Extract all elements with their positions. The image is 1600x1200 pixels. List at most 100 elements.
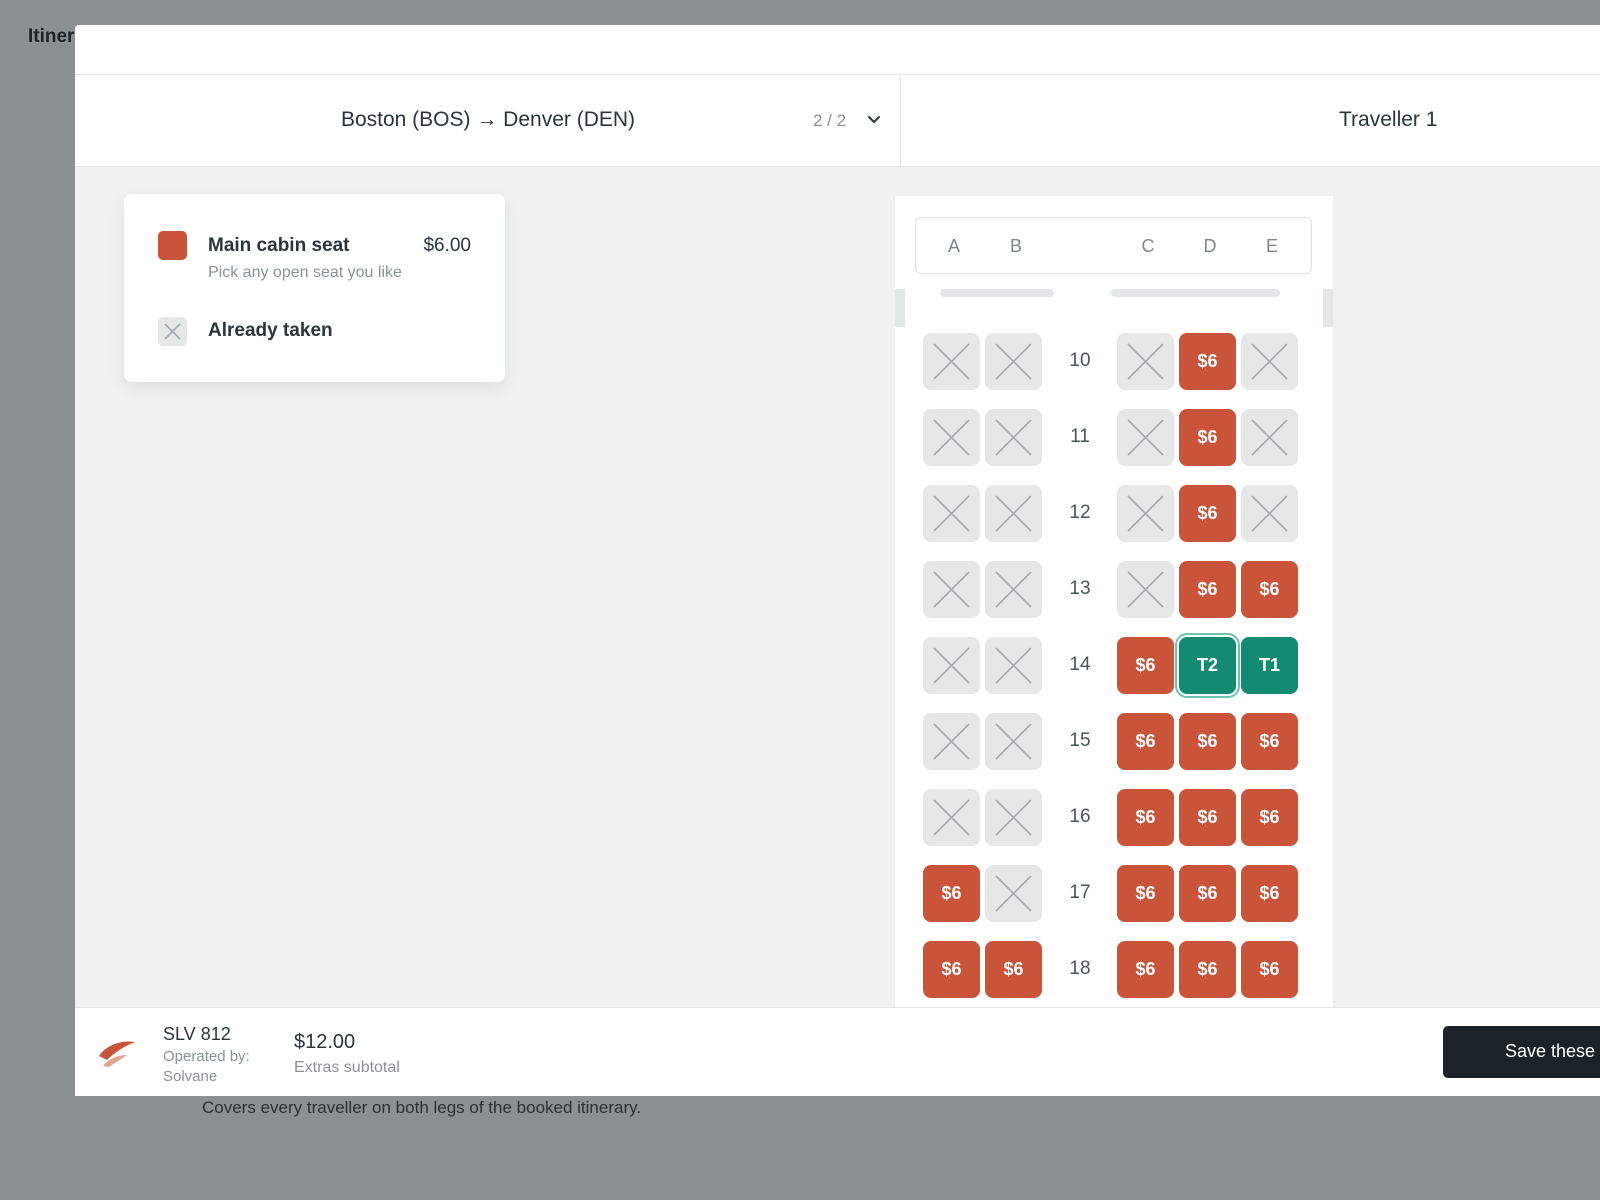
seat-17B-taken: [985, 865, 1042, 922]
seat-map-left-edge: [895, 289, 905, 327]
seat-15A-taken: [923, 713, 980, 770]
x-icon: [933, 495, 970, 532]
seat-11C-taken: [1117, 409, 1174, 466]
seat-14D[interactable]: T2: [1179, 637, 1236, 694]
flight-number: SLV 812: [163, 1024, 231, 1044]
legend-main-title: Main cabin seat: [208, 235, 350, 256]
seat-18B[interactable]: $6: [985, 941, 1042, 998]
modal-footer: SLV 812 Operated by: Solvane $12.00 Extr…: [75, 1007, 1600, 1096]
flight-route: Boston (BOS) → Denver (DEN): [340, 108, 636, 131]
column-label-d: D: [1203, 236, 1217, 256]
left-wing-bar: [940, 289, 1054, 297]
column-label-a: A: [947, 236, 960, 256]
selector-tabs: Boston (BOS) → Denver (DEN) 2 / 2 Travel…: [75, 75, 1600, 167]
chevron-down-icon[interactable]: [866, 111, 882, 127]
seat-18A[interactable]: $6: [923, 941, 980, 998]
modal-header: [75, 25, 1600, 75]
seat-16E[interactable]: $6: [1241, 789, 1298, 846]
extras-subtotal: $12.00: [294, 1031, 356, 1053]
background-note: Covers every traveller on both legs of t…: [202, 1098, 642, 1117]
row-number: 12: [1069, 502, 1091, 523]
x-icon: [1251, 343, 1288, 380]
x-icon: [1251, 419, 1288, 456]
seat-16C[interactable]: $6: [1117, 789, 1174, 846]
traveller-selector[interactable]: Traveller 1: [901, 75, 1600, 167]
seat-17D[interactable]: $6: [1179, 865, 1236, 922]
seat-11B-taken: [985, 409, 1042, 466]
row-number: 15: [1069, 730, 1091, 751]
seat-16B-taken: [985, 789, 1042, 846]
seat-14B-taken: [985, 637, 1042, 694]
seat-map: ABCDE 10 $6 11 $6 12 $6 13 $6 $6 14 $6 T2 T1 15 $6 $6 $6…: [895, 196, 1333, 1034]
x-icon: [1127, 571, 1164, 608]
x-icon: [164, 323, 181, 340]
seat-12C-taken: [1117, 485, 1174, 542]
seat-13D[interactable]: $6: [1179, 561, 1236, 618]
x-icon: [995, 343, 1032, 380]
seat-13B-taken: [985, 561, 1042, 618]
row-number: 14: [1069, 654, 1091, 675]
x-icon: [995, 495, 1032, 532]
seat-10A-taken: [923, 333, 980, 390]
seat-14C[interactable]: $6: [1117, 637, 1174, 694]
seat-11D[interactable]: $6: [1179, 409, 1236, 466]
flight-counter: 2 / 2: [813, 111, 847, 130]
x-icon: [933, 723, 970, 760]
x-icon: [1127, 495, 1164, 532]
seat-15B-taken: [985, 713, 1042, 770]
seat-legend: Main cabin seat $6.00 Pick any open seat…: [124, 194, 505, 382]
column-label-c: C: [1141, 236, 1155, 256]
column-header: A B C D E: [915, 217, 1312, 274]
seat-13E[interactable]: $6: [1241, 561, 1298, 618]
background-page-title: Itiner: [28, 26, 75, 47]
seat-17E[interactable]: $6: [1241, 865, 1298, 922]
x-icon: [933, 799, 970, 836]
x-icon: [933, 571, 970, 608]
seat-13A-taken: [923, 561, 980, 618]
x-icon: [995, 799, 1032, 836]
x-icon: [933, 647, 970, 684]
seat-12D[interactable]: $6: [1179, 485, 1236, 542]
seat-11E-taken: [1241, 409, 1298, 466]
operated-by: Operated by: Solvane: [163, 1048, 250, 1085]
seat-18E[interactable]: $6: [1241, 941, 1298, 998]
seat-14E[interactable]: T1: [1241, 637, 1298, 694]
seat-15E[interactable]: $6: [1241, 713, 1298, 770]
right-wing-bar: [1111, 289, 1280, 297]
save-button[interactable]: Save these: [1443, 1026, 1600, 1078]
seat-14A-taken: [923, 637, 980, 694]
x-icon: [995, 723, 1032, 760]
row-number: 16: [1069, 806, 1091, 827]
seat-selection-modal: Boston (BOS) → Denver (DEN) 2 / 2 Travel…: [75, 25, 1600, 1096]
row-number: 10: [1069, 350, 1091, 371]
seat-10B-taken: [985, 333, 1042, 390]
row-number: 13: [1069, 578, 1091, 599]
seat-18C[interactable]: $6: [1117, 941, 1174, 998]
seat-10C-taken: [1117, 333, 1174, 390]
row-number: 18: [1069, 958, 1091, 979]
taken-seat-swatch: [158, 317, 187, 346]
x-icon: [995, 875, 1032, 912]
seat-10D[interactable]: $6: [1179, 333, 1236, 390]
x-icon: [933, 343, 970, 380]
column-label-e: E: [1265, 236, 1278, 256]
column-label-b: B: [1009, 236, 1022, 256]
seat-18D[interactable]: $6: [1179, 941, 1236, 998]
seat-17C[interactable]: $6: [1117, 865, 1174, 922]
airline-logo-icon: [99, 1041, 135, 1067]
seat-16D[interactable]: $6: [1179, 789, 1236, 846]
row-number: 17: [1069, 882, 1091, 903]
x-icon: [995, 419, 1032, 456]
seat-12B-taken: [985, 485, 1042, 542]
flight-selector[interactable]: Boston (BOS) → Denver (DEN) 2 / 2: [75, 75, 901, 167]
seat-15D[interactable]: $6: [1179, 713, 1236, 770]
seat-13C-taken: [1117, 561, 1174, 618]
seat-11A-taken: [923, 409, 980, 466]
seat-map-right-edge: [1323, 289, 1333, 327]
seat-17A[interactable]: $6: [923, 865, 980, 922]
seat-15C[interactable]: $6: [1117, 713, 1174, 770]
legend-main-subtitle: Pick any open seat you like: [208, 264, 402, 281]
x-icon: [1127, 343, 1164, 380]
x-icon: [995, 571, 1032, 608]
extras-subtotal-label: Extras subtotal: [294, 1059, 400, 1076]
